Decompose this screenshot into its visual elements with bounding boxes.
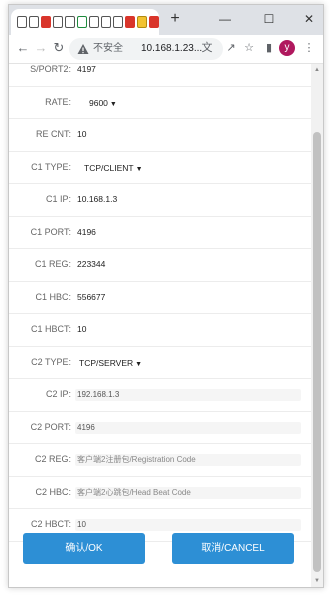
c1-ip-value[interactable]: 10.168.1.3: [77, 184, 117, 216]
c2-reg-placeholder: 客户端2注册包/Registration Code: [77, 455, 196, 464]
active-tab[interactable]: [11, 9, 159, 35]
rate-select[interactable]: 9600 ▼: [89, 96, 117, 110]
tab-favicons: [17, 16, 159, 28]
field-label: RATE:: [45, 96, 71, 107]
tab-strip: + — ☐ ✕: [9, 5, 323, 35]
page-icon: [17, 16, 27, 28]
field-label: C1 HBCT:: [30, 324, 71, 334]
c2-hbc-input[interactable]: 客户端2心跳包/Head Beat Code: [75, 486, 301, 499]
scrollbar-thumb[interactable]: [313, 132, 321, 572]
new-tab-button[interactable]: +: [167, 11, 183, 27]
c2-ip-input[interactable]: 192.168.1.3: [75, 389, 301, 401]
app-icon: [137, 16, 147, 28]
warning-icon: [77, 44, 89, 54]
form-row-sport2: S/PORT2: 4197: [9, 64, 311, 87]
form-row-c2-ip: C2 IP: 192.168.1.3: [9, 379, 311, 412]
form-row-c2-hbc: C2 HBC: 客户端2心跳包/Head Beat Code: [9, 477, 311, 509]
c2-port-input[interactable]: 4196: [75, 421, 301, 434]
field-label: C2 REG:: [34, 454, 71, 464]
field-label: C1 PORT:: [30, 226, 71, 237]
field-label: C2 HBC:: [35, 486, 71, 497]
browser-window: + — ☐ ✕ ← → ↻ 不安全 10.168.1.23... 文 ↗ ☆ ▮…: [8, 4, 324, 588]
config-form: S/PORT2: 4197 RATE: 9600 ▼ RE CNT: 10 C1 …: [9, 64, 311, 542]
sport2-value[interactable]: 4197: [77, 64, 96, 86]
field-label: C2 IP:: [45, 389, 71, 399]
ok-button[interactable]: 确认/OK: [23, 533, 145, 564]
c1-type-select[interactable]: TCP/CLIENT ▼: [84, 161, 143, 175]
profile-avatar[interactable]: y: [279, 40, 295, 56]
translate-icon[interactable]: 文: [199, 40, 215, 56]
chevron-down-icon: ▼: [109, 100, 117, 108]
page-icon: [89, 16, 99, 28]
form-row-c1-type: C1 TYPE: TCP/CLIENT ▼: [9, 152, 311, 184]
c2-hbct-input[interactable]: 10: [75, 519, 301, 531]
form-row-c2-reg: C2 REG: 客户端2注册包/Registration Code: [9, 444, 311, 477]
url-text[interactable]: 10.168.1.23...: [141, 42, 202, 56]
close-button[interactable]: ✕: [299, 10, 319, 28]
page-icon: [113, 16, 123, 28]
form-actions: 确认/OK 取消/CANCEL: [9, 533, 311, 567]
bookmark-star-icon[interactable]: ☆: [241, 40, 257, 56]
security-status[interactable]: 不安全: [93, 42, 123, 56]
menu-icon[interactable]: ⋮: [301, 40, 317, 56]
bookmark-icon: [41, 16, 51, 28]
page-icon: [53, 16, 63, 28]
scroll-down-icon[interactable]: ▼: [313, 577, 321, 585]
form-row-c2-type: C2 TYPE: TCP/SERVER ▼: [9, 347, 311, 379]
form-row-c1-hbct: C1 HBCT: 10: [9, 314, 311, 347]
c2-type-selected-value: TCP/SERVER: [79, 357, 134, 368]
doc-icon: [77, 16, 87, 28]
c2-hbct-value: 10: [77, 520, 86, 529]
c2-type-select[interactable]: TCP/SERVER ▼: [79, 356, 142, 370]
minimize-button[interactable]: —: [215, 10, 235, 28]
form-row-c1-hbc: C1 HBC: 556677: [9, 282, 311, 314]
maximize-button[interactable]: ☐: [259, 10, 279, 28]
field-label: C2 PORT:: [30, 421, 71, 432]
link-icon: [65, 16, 75, 28]
c2-ip-value: 192.168.1.3: [77, 390, 120, 399]
rate-selected-value: 9600: [89, 97, 108, 108]
form-row-c1-port: C1 PORT: 4196: [9, 217, 311, 249]
form-row-c1-reg: C1 REG: 223344: [9, 249, 311, 282]
c1-reg-value[interactable]: 223344: [77, 249, 105, 281]
reload-icon[interactable]: ↻: [51, 40, 67, 56]
sidebar-icon[interactable]: ▮: [261, 40, 277, 56]
chevron-down-icon: ▼: [135, 165, 143, 173]
scroll-up-icon[interactable]: ▲: [313, 66, 321, 74]
c2-reg-input[interactable]: 客户端2注册包/Registration Code: [75, 454, 301, 466]
re-cnt-value[interactable]: 10: [77, 119, 86, 151]
field-label: C2 TYPE:: [31, 356, 71, 367]
field-label: C1 HBC:: [35, 291, 71, 302]
chevron-down-icon: ▼: [135, 360, 143, 368]
field-label: C1 TYPE:: [31, 161, 71, 172]
page-content: S/PORT2: 4197 RATE: 9600 ▼ RE CNT: 10 C1 …: [9, 64, 311, 587]
c1-type-selected-value: TCP/CLIENT: [84, 162, 134, 173]
form-row-c2-port: C2 PORT: 4196: [9, 412, 311, 444]
c1-port-value[interactable]: 4196: [77, 217, 96, 249]
form-row-re-cnt: RE CNT: 10: [9, 119, 311, 152]
field-label: C1 REG:: [34, 259, 71, 269]
share-icon[interactable]: ↗: [223, 40, 239, 56]
app-icon: [125, 16, 135, 28]
page-icon: [29, 16, 39, 28]
c1-hbct-value[interactable]: 10: [77, 314, 86, 346]
vertical-scrollbar[interactable]: ▲ ▼: [311, 64, 323, 587]
c2-port-value: 4196: [77, 422, 95, 432]
form-row-c1-ip: C1 IP: 10.168.1.3: [9, 184, 311, 217]
forward-icon[interactable]: →: [33, 40, 49, 56]
page-icon: [101, 16, 111, 28]
c2-hbc-placeholder: 客户端2心跳包/Head Beat Code: [77, 487, 191, 497]
browser-toolbar: ← → ↻ 不安全 10.168.1.23... 文 ↗ ☆ ▮ y ⋮: [9, 35, 323, 64]
app-icon: [149, 16, 159, 28]
field-label: C1 IP:: [45, 194, 71, 204]
back-icon[interactable]: ←: [15, 40, 31, 56]
c1-hbc-value[interactable]: 556677: [77, 282, 105, 314]
form-row-rate: RATE: 9600 ▼: [9, 87, 311, 119]
field-label: S/PORT2:: [30, 64, 71, 74]
cancel-button[interactable]: 取消/CANCEL: [172, 533, 294, 564]
field-label: RE CNT:: [35, 129, 71, 139]
